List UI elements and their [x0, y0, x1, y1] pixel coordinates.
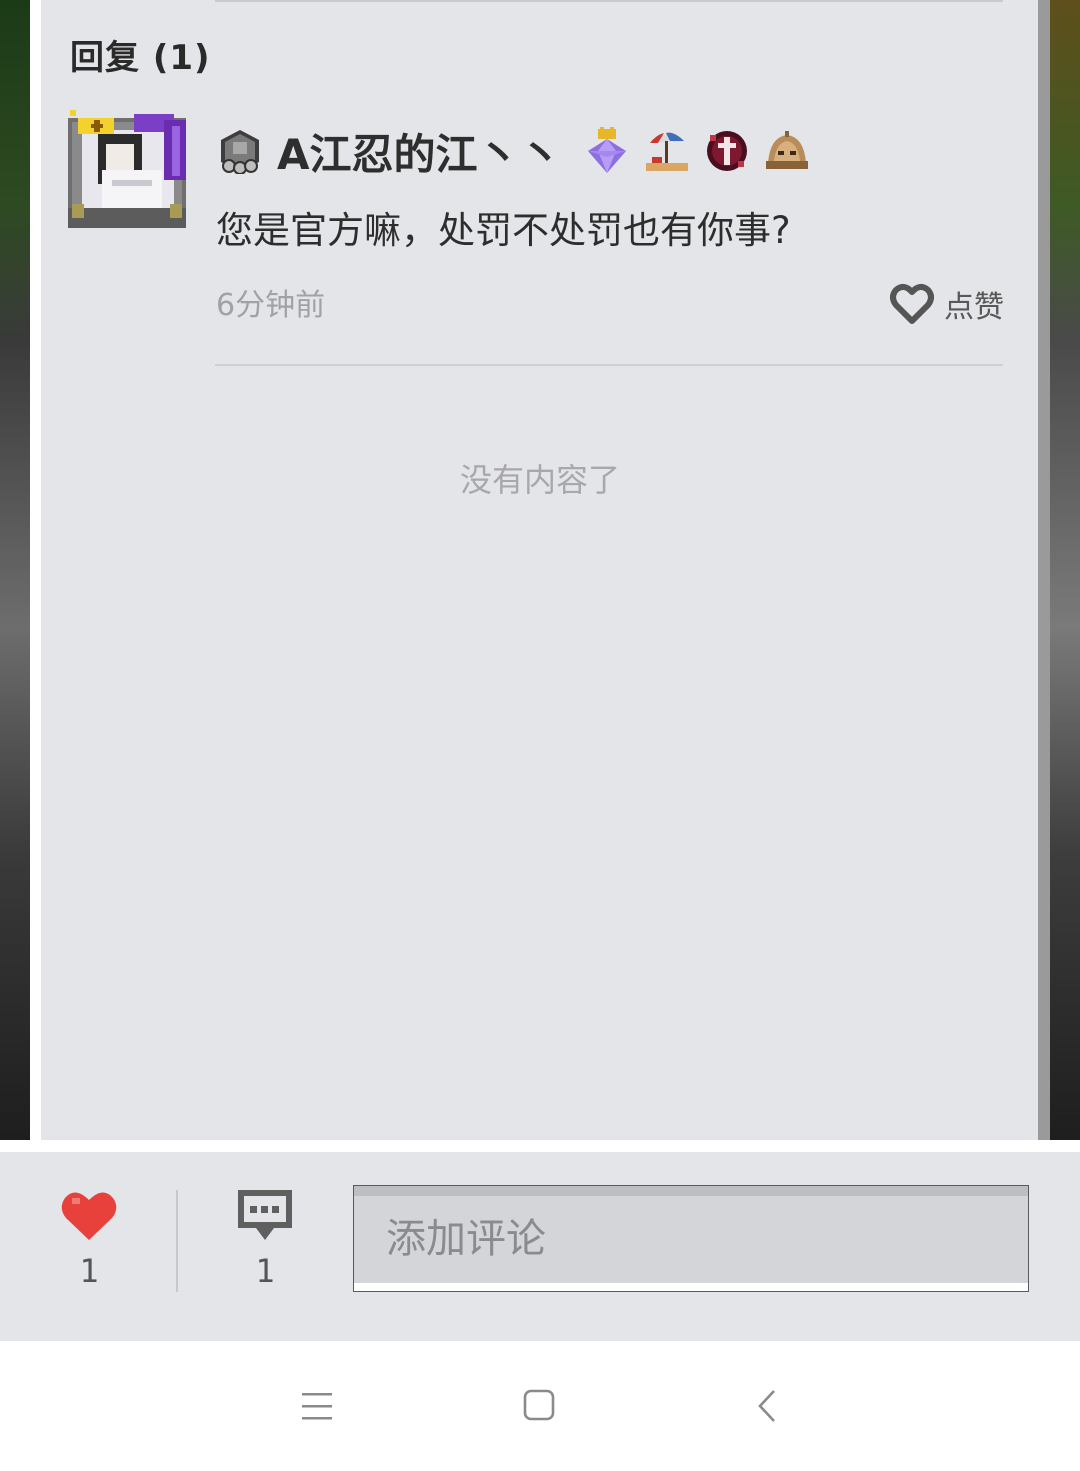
comment-like-button[interactable]: 点赞 [890, 282, 1004, 326]
home-icon[interactable] [523, 1389, 555, 1421]
helmet-icon [764, 127, 810, 175]
comment-author-row: A江忍的江丶丶 [217, 123, 824, 179]
comment-author-name[interactable]: A江忍的江丶丶 [277, 121, 562, 182]
heart-filled-icon[interactable] [60, 1188, 118, 1244]
heart-outline-icon [890, 284, 934, 324]
bottom-separator [176, 1190, 178, 1292]
cross-shield-icon [704, 127, 750, 175]
speech-bubble-icon[interactable] [236, 1188, 294, 1244]
background-left-edge [0, 0, 32, 1140]
top-divider [215, 0, 1003, 2]
post-comment-count: 1 [255, 1252, 275, 1290]
background-right-edge [1048, 0, 1080, 1140]
comment-divider [215, 364, 1003, 366]
post-like-count: 1 [79, 1252, 99, 1290]
comment-timestamp: 6分钟前 [216, 288, 326, 323]
like-label: 点赞 [944, 290, 1004, 325]
reply-section-title: 回复 (1) [70, 38, 211, 78]
beach-umbrella-icon [644, 127, 690, 175]
comment-body: 您是官方嘛，处罚不处罚也有你事? [216, 209, 791, 252]
add-comment-input[interactable] [354, 1186, 1028, 1291]
stone-block-badge-icon [217, 128, 263, 175]
add-comment-box[interactable] [353, 1185, 1029, 1292]
purple-gem-crown-icon [584, 127, 630, 175]
user-avatar[interactable] [68, 110, 188, 228]
bottom-bar-top-border [0, 1140, 1080, 1152]
empty-state-text: 没有内容了 [459, 461, 620, 499]
menu-icon[interactable] [302, 1391, 332, 1421]
back-icon[interactable] [756, 1389, 778, 1423]
panel-shadow [1038, 0, 1050, 1140]
